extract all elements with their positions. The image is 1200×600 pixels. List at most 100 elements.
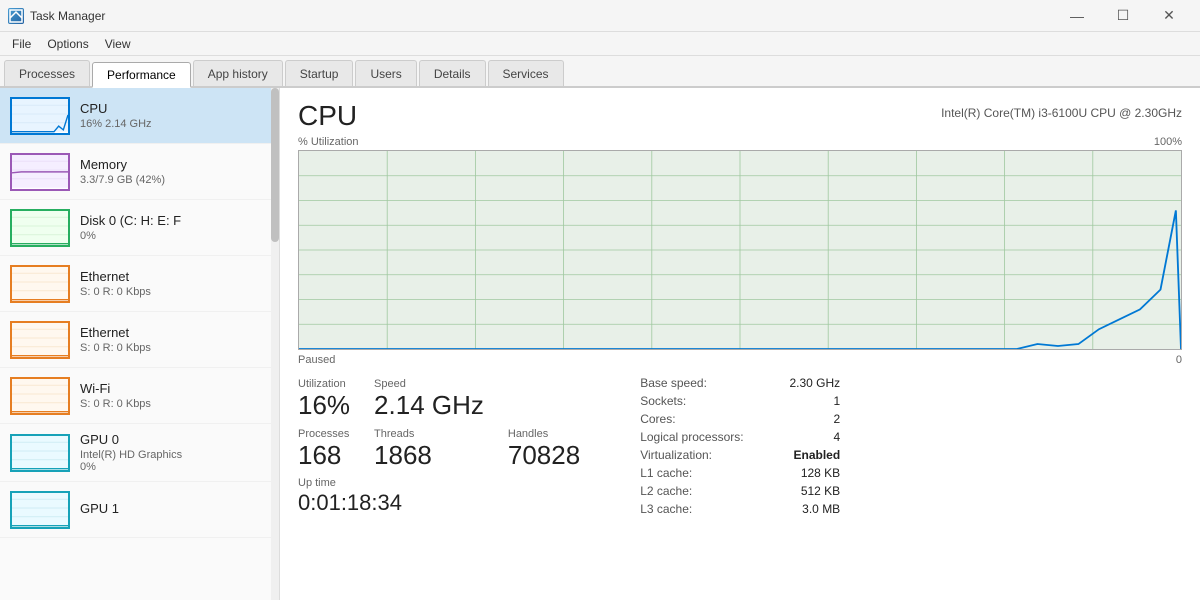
spec-base-speed: Base speed: 2.30 GHz — [640, 376, 840, 390]
tab-services[interactable]: Services — [488, 60, 564, 86]
ethernet1-sidebar-name: Ethernet — [80, 269, 269, 284]
gpu0-sidebar-sub: Intel(R) HD Graphics 0% — [80, 449, 269, 473]
tab-performance[interactable]: Performance — [92, 62, 191, 88]
uptime-label: Up time — [298, 477, 484, 489]
ethernet2-thumbnail — [10, 321, 70, 359]
menu-view[interactable]: View — [97, 32, 139, 56]
main-content: CPU 16% 2.14 GHz Memory 3 — [0, 88, 1200, 600]
detail-panel: CPU Intel(R) Core(TM) i3-6100U CPU @ 2.3… — [280, 88, 1200, 600]
virtualization-value: Enabled — [794, 448, 841, 462]
handles-value: 70828 — [508, 441, 580, 470]
sidebar-scroll[interactable]: CPU 16% 2.14 GHz Memory 3 — [0, 88, 279, 600]
cores-value: 2 — [834, 412, 841, 426]
disk-sidebar-name: Disk 0 (C: H: E: F — [80, 213, 269, 228]
speed-value: 2.14 GHz — [374, 391, 484, 420]
utilization-block: Utilization 16% — [298, 376, 350, 426]
menu-file[interactable]: File — [4, 32, 39, 56]
sidebar-item-gpu0[interactable]: GPU 0 Intel(R) HD Graphics 0% — [0, 424, 279, 482]
logical-processors-label: Logical processors: — [640, 430, 743, 444]
base-speed-label: Base speed: — [640, 376, 707, 390]
gpu1-sidebar-info: GPU 1 — [80, 501, 269, 518]
disk-thumbnail — [10, 209, 70, 247]
virtualization-label: Virtualization: — [640, 448, 712, 462]
sidebar-item-disk0[interactable]: Disk 0 (C: H: E: F 0% — [0, 200, 279, 256]
gpu0-thumbnail — [10, 434, 70, 472]
cpu-chart — [298, 150, 1182, 350]
spec-l2: L2 cache: 512 KB — [640, 484, 840, 498]
uptime-value: 0:01:18:34 — [298, 490, 484, 516]
sidebar-item-memory[interactable]: Memory 3.3/7.9 GB (42%) — [0, 144, 279, 200]
utilization-label: Utilization — [298, 378, 350, 390]
tab-app-history[interactable]: App history — [193, 60, 283, 86]
wifi-sidebar-name: Wi-Fi — [80, 381, 269, 396]
l3-cache-label: L3 cache: — [640, 502, 692, 516]
window-title: Task Manager — [30, 9, 1054, 23]
cpu-model: Intel(R) Core(TM) i3-6100U CPU @ 2.30GHz — [941, 106, 1182, 120]
sidebar-item-ethernet1[interactable]: Ethernet S: 0 R: 0 Kbps — [0, 256, 279, 312]
sidebar-scrollbar-thumb[interactable] — [271, 88, 279, 242]
ethernet2-sidebar-info: Ethernet S: 0 R: 0 Kbps — [80, 325, 269, 354]
memory-sidebar-sub: 3.3/7.9 GB (42%) — [80, 174, 269, 186]
spec-l3: L3 cache: 3.0 MB — [640, 502, 840, 516]
utilization-value: 16% — [298, 391, 350, 420]
chart-status-row: Paused 0 — [298, 354, 1182, 366]
ethernet1-sidebar-info: Ethernet S: 0 R: 0 Kbps — [80, 269, 269, 298]
spec-sockets: Sockets: 1 — [640, 394, 840, 408]
tab-processes[interactable]: Processes — [4, 60, 90, 86]
close-button[interactable]: ✕ — [1146, 0, 1192, 32]
memory-thumbnail — [10, 153, 70, 191]
window-controls: — ☐ ✕ — [1054, 0, 1192, 32]
gpu0-sidebar-name: GPU 0 — [80, 432, 269, 447]
sockets-label: Sockets: — [640, 394, 686, 408]
tab-details[interactable]: Details — [419, 60, 486, 86]
logical-processors-value: 4 — [834, 430, 841, 444]
ethernet1-thumbnail — [10, 265, 70, 303]
l2-cache-value: 512 KB — [801, 484, 840, 498]
maximize-button[interactable]: ☐ — [1100, 0, 1146, 32]
processes-label: Processes — [298, 428, 350, 440]
chart-y-label: % Utilization — [298, 136, 359, 148]
spec-l1: L1 cache: 128 KB — [640, 466, 840, 480]
spec-cores: Cores: 2 — [640, 412, 840, 426]
spec-virtualization: Virtualization: Enabled — [640, 448, 840, 462]
processes-value: 168 — [298, 441, 350, 470]
sidebar-item-wifi[interactable]: Wi-Fi S: 0 R: 0 Kbps — [0, 368, 279, 424]
sidebar-item-ethernet2[interactable]: Ethernet S: 0 R: 0 Kbps — [0, 312, 279, 368]
uptime-block: Up time 0:01:18:34 — [298, 475, 484, 522]
cpu-header: CPU Intel(R) Core(TM) i3-6100U CPU @ 2.3… — [298, 100, 1182, 132]
handles-label: Handles — [508, 428, 580, 440]
chart-status: Paused — [298, 354, 335, 366]
ethernet2-sidebar-sub: S: 0 R: 0 Kbps — [80, 342, 269, 354]
sidebar-item-cpu[interactable]: CPU 16% 2.14 GHz — [0, 88, 279, 144]
titlebar: Task Manager — ☐ ✕ — [0, 0, 1200, 32]
disk-sidebar-info: Disk 0 (C: H: E: F 0% — [80, 213, 269, 242]
threads-value: 1868 — [374, 441, 484, 470]
l2-cache-label: L2 cache: — [640, 484, 692, 498]
threads-block: Threads 1868 — [374, 426, 484, 476]
base-speed-value: 2.30 GHz — [789, 376, 840, 390]
minimize-button[interactable]: — — [1054, 0, 1100, 32]
wifi-sidebar-info: Wi-Fi S: 0 R: 0 Kbps — [80, 381, 269, 410]
memory-sidebar-info: Memory 3.3/7.9 GB (42%) — [80, 157, 269, 186]
stats-bottom: Utilization 16% Speed 2.14 GHz Processes… — [298, 376, 1182, 522]
speed-label: Speed — [374, 378, 484, 390]
ethernet2-sidebar-name: Ethernet — [80, 325, 269, 340]
cpu-sidebar-name: CPU — [80, 101, 269, 116]
cpu-sidebar-sub: 16% 2.14 GHz — [80, 118, 269, 130]
left-stats: Utilization 16% Speed 2.14 GHz Processes… — [298, 376, 580, 522]
tab-startup[interactable]: Startup — [285, 60, 354, 86]
l1-cache-label: L1 cache: — [640, 466, 692, 480]
sidebar: CPU 16% 2.14 GHz Memory 3 — [0, 88, 280, 600]
wifi-thumbnail — [10, 377, 70, 415]
processes-block: Processes 168 — [298, 426, 350, 476]
sidebar-item-gpu1[interactable]: GPU 1 — [0, 482, 279, 538]
l1-cache-value: 128 KB — [801, 466, 840, 480]
cpu-thumbnail — [10, 97, 70, 135]
gpu1-thumbnail — [10, 491, 70, 529]
l3-cache-value: 3.0 MB — [802, 502, 840, 516]
tab-users[interactable]: Users — [355, 60, 416, 86]
handles-block: Handles 70828 — [508, 426, 580, 476]
sidebar-scrollbar-track[interactable] — [271, 88, 279, 600]
menu-options[interactable]: Options — [39, 32, 96, 56]
disk-sidebar-sub: 0% — [80, 230, 269, 242]
